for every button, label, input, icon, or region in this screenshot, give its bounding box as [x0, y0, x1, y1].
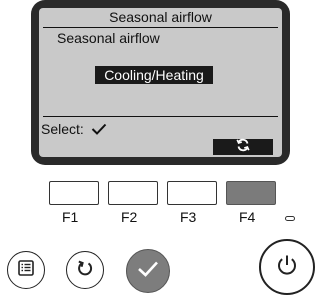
power-button[interactable] [259, 239, 315, 295]
select-label: Select: [41, 121, 84, 137]
select-button[interactable] [126, 249, 170, 293]
f4-label: F4 [239, 209, 256, 225]
f2-button[interactable] [108, 181, 158, 205]
cycle-icon [236, 138, 250, 157]
check-icon [136, 259, 160, 284]
menu-icon [17, 259, 35, 282]
screen-title: Seasonal airflow [109, 9, 212, 25]
return-icon [75, 258, 95, 283]
lcd-screen: Seasonal airflow Seasonal airflow Coolin… [39, 8, 282, 157]
power-icon [275, 253, 299, 282]
title-divider [43, 27, 278, 28]
f1-label: F1 [62, 209, 79, 225]
f3-label: F3 [180, 209, 197, 225]
selected-value[interactable]: Cooling/Heating [95, 66, 213, 84]
f2-label: F2 [121, 209, 138, 225]
f4-cycle-indicator [213, 138, 273, 157]
footer-divider [43, 116, 278, 117]
menu-button[interactable] [7, 251, 45, 289]
f4-button[interactable] [226, 181, 276, 205]
f3-button[interactable] [167, 181, 217, 205]
return-button[interactable] [66, 251, 104, 289]
check-icon [91, 122, 107, 138]
select-hint: Select: [41, 121, 107, 138]
f1-button[interactable] [49, 181, 99, 205]
setting-label: Seasonal airflow [57, 30, 160, 46]
operation-lamp [285, 216, 295, 221]
